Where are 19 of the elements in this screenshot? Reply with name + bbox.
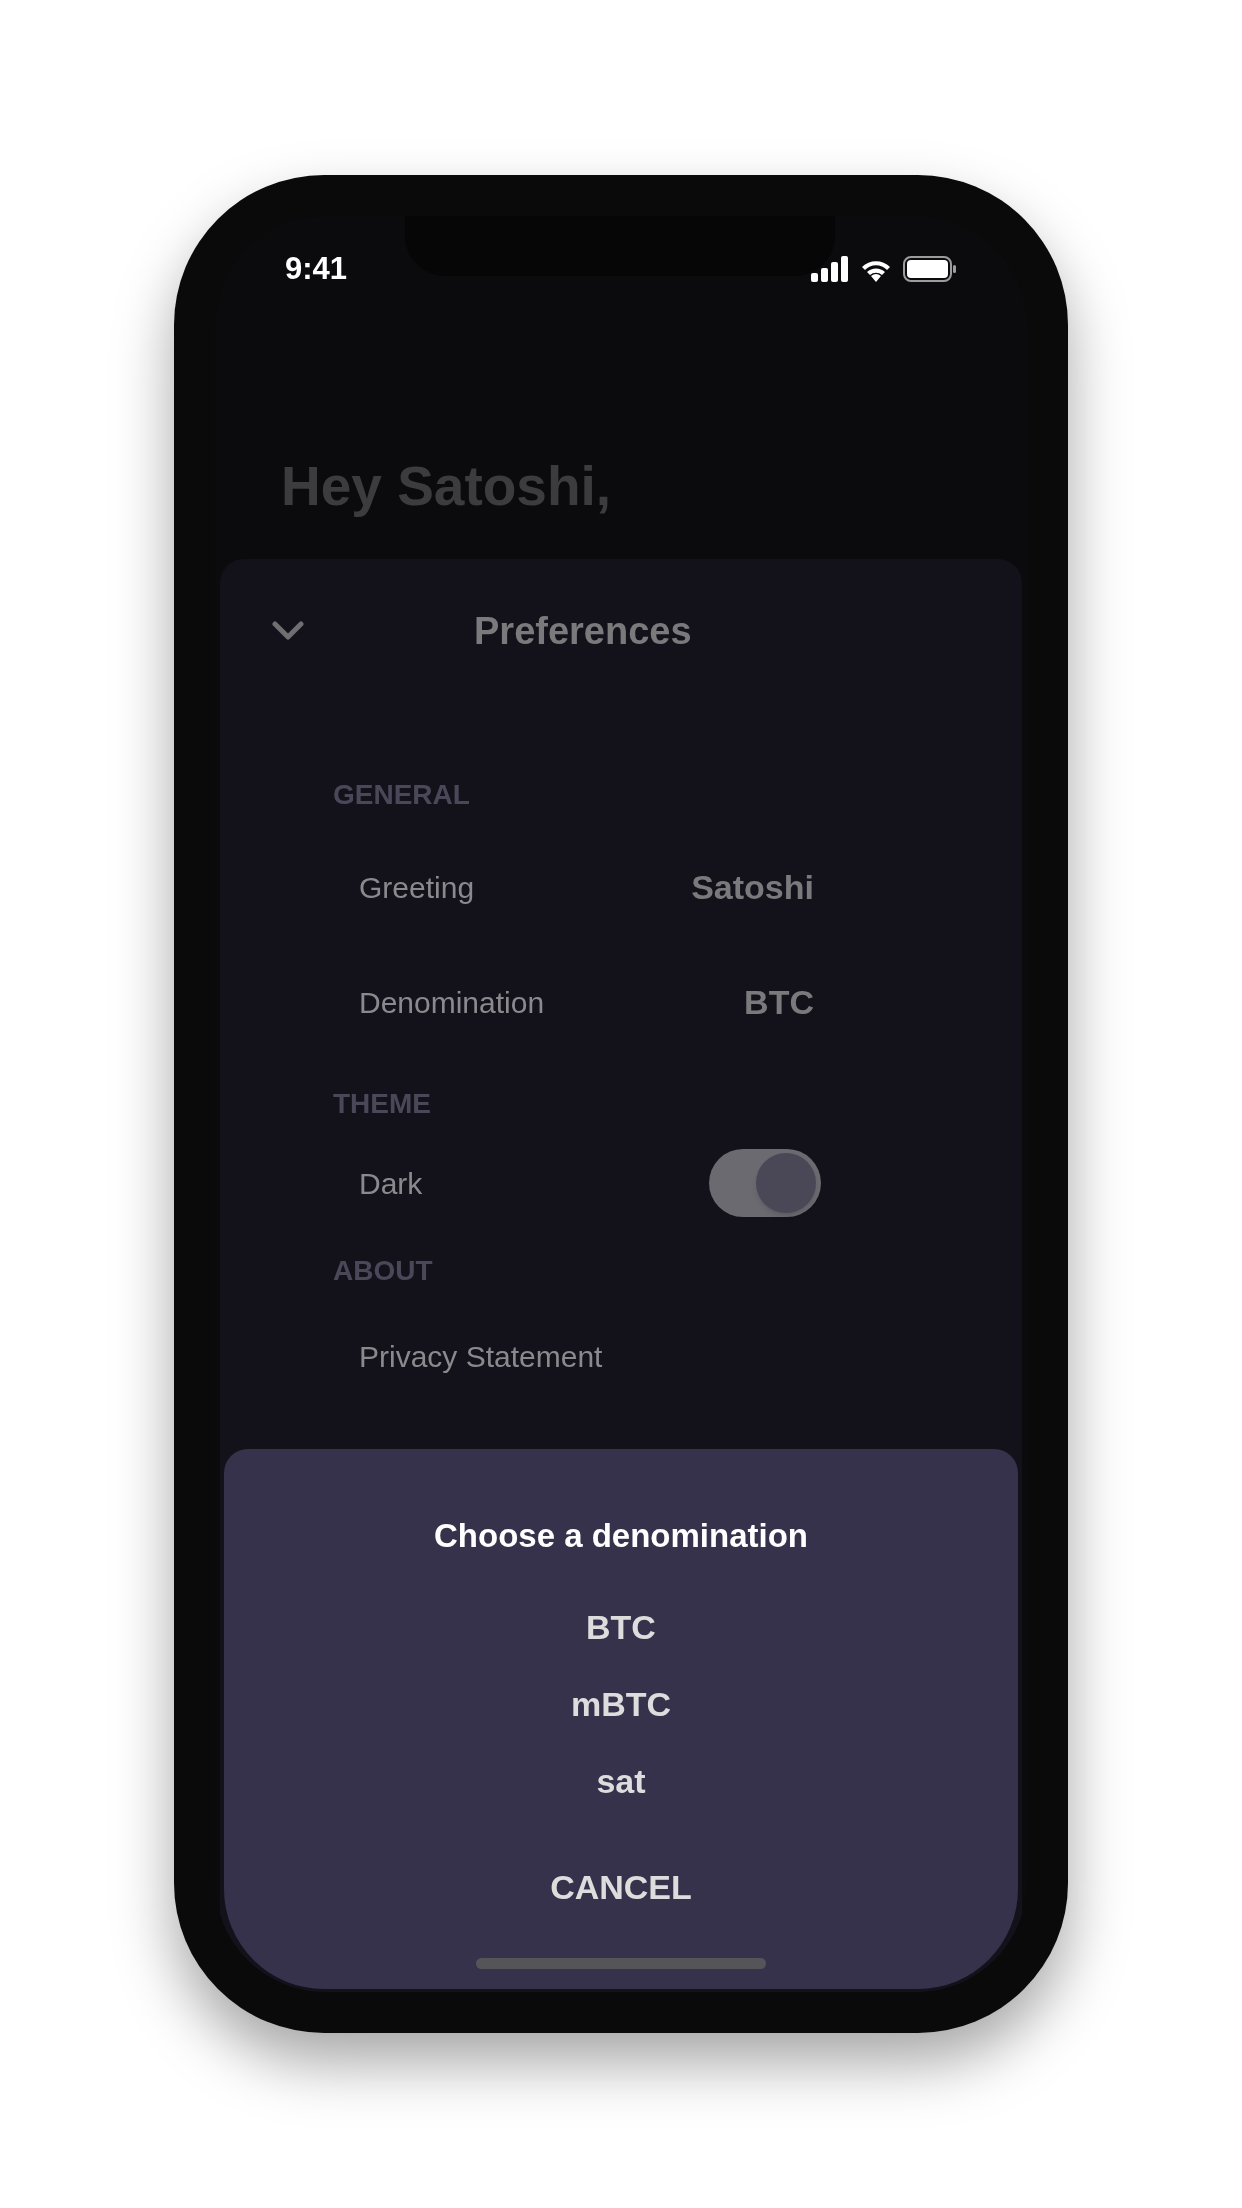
setting-label: Dark xyxy=(359,1165,424,1202)
section-heading: ABOUT xyxy=(333,1254,434,1288)
setting-link[interactable]: Privacy Statement xyxy=(359,1333,603,1379)
battery-icon xyxy=(903,256,957,282)
setting-value[interactable]: BTC xyxy=(596,977,814,1028)
setting-label: Denomination xyxy=(359,985,546,1021)
cancel-button[interactable]: CANCEL xyxy=(530,1847,712,1928)
setting-label: Greeting xyxy=(359,870,476,906)
signal-icon xyxy=(811,256,849,282)
chevron-down-icon[interactable] xyxy=(272,621,304,641)
denomination-option[interactable]: BTC xyxy=(566,1588,676,1666)
setting-value[interactable]: Satoshi xyxy=(596,862,814,913)
section-heading: THEME xyxy=(333,1087,432,1121)
denomination-option[interactable]: mBTC xyxy=(550,1665,692,1743)
status-time: 9:41 xyxy=(285,249,348,288)
denomination-option[interactable]: sat xyxy=(576,1742,666,1820)
section-heading: GENERAL xyxy=(333,778,471,812)
dialog-title: Choose a denomination xyxy=(434,1516,808,1556)
sheet-title: Preferences xyxy=(474,608,692,654)
